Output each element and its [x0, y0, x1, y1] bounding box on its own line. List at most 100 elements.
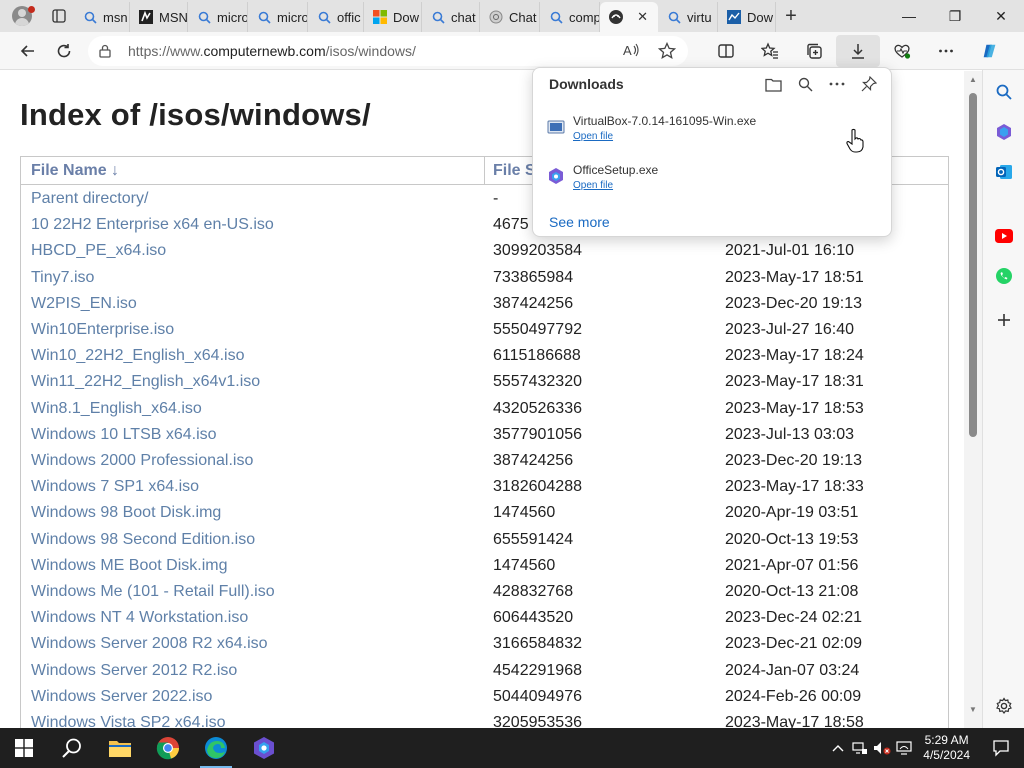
- file-link[interactable]: Windows Me (101 - Retail Full).iso: [31, 583, 275, 601]
- taskbar-file-explorer[interactable]: [96, 728, 144, 768]
- download-filename: OfficeSetup.exe: [573, 163, 659, 177]
- download-item[interactable]: OfficeSetup.exe Open file: [547, 163, 877, 203]
- column-file-name[interactable]: File Name ↓: [31, 162, 119, 180]
- open-file-link[interactable]: Open file: [573, 180, 613, 191]
- tab-micro-search-1[interactable]: micro: [188, 2, 248, 32]
- file-link[interactable]: HBCD_PE_x64.iso: [31, 242, 166, 260]
- more-options-icon[interactable]: [825, 74, 849, 94]
- tab-actions-button[interactable]: [44, 0, 74, 32]
- computernewb-icon: [608, 9, 624, 25]
- close-tab-icon[interactable]: ✕: [631, 9, 654, 25]
- refresh-button[interactable]: [46, 35, 82, 67]
- tab-label: micro: [277, 9, 308, 25]
- table-row: Win8.1_English_x64.iso 4320526336 2023-May…: [21, 396, 950, 422]
- pin-icon[interactable]: [857, 74, 881, 94]
- copilot-button[interactable]: [968, 35, 1012, 67]
- file-link[interactable]: Windows 98 Boot Disk.img: [31, 504, 221, 522]
- tab-chatgpt[interactable]: Chat: [480, 2, 540, 32]
- file-link[interactable]: Windows Server 2022.iso: [31, 688, 212, 706]
- open-downloads-folder-icon[interactable]: [761, 74, 785, 94]
- file-link[interactable]: Tiny7.iso: [31, 269, 94, 287]
- sidebar-add-button[interactable]: [983, 300, 1024, 340]
- file-link[interactable]: 10 22H2 Enterprise x64 en-US.iso: [31, 216, 274, 234]
- taskbar-edge[interactable]: [192, 728, 240, 768]
- file-date: 2023-Jul-13 03:03: [725, 425, 854, 443]
- sidebar-outlook[interactable]: [983, 152, 1024, 192]
- file-link[interactable]: Windows Vista SP2 x64.iso: [31, 714, 225, 728]
- tab-computernewb-active[interactable]: ✕: [600, 2, 658, 32]
- file-link[interactable]: Windows 7 SP1 x64.iso: [31, 478, 199, 496]
- taskbar-chrome[interactable]: [144, 728, 192, 768]
- volume-muted-icon[interactable]: [871, 741, 893, 755]
- tab-msn-search[interactable]: msn: [74, 2, 130, 32]
- table-row: Windows 98 Second Edition.iso 655591424 20…: [21, 527, 950, 553]
- file-link[interactable]: Windows 2000 Professional.iso: [31, 452, 253, 470]
- restore-button[interactable]: ❐: [932, 0, 978, 32]
- file-link[interactable]: Windows 98 Second Edition.iso: [31, 531, 255, 549]
- network-icon[interactable]: [849, 741, 871, 755]
- file-date: 2023-May-17 18:31: [725, 373, 864, 391]
- table-row: Win11_22H2_English_x64v1.iso 5557432320 20…: [21, 369, 950, 395]
- tab-microsoft-download[interactable]: Dow: [364, 2, 422, 32]
- file-link[interactable]: Windows NT 4 Workstation.iso: [31, 609, 248, 627]
- favorite-star-icon[interactable]: [652, 41, 682, 60]
- tab-virtualbox-search[interactable]: virtu: [658, 2, 718, 32]
- column-file-size[interactable]: File S: [493, 162, 536, 180]
- tab-msn[interactable]: MSN: [130, 2, 188, 32]
- taskbar-search-button[interactable]: [48, 728, 96, 768]
- close-window-button[interactable]: ✕: [978, 0, 1024, 32]
- file-link[interactable]: Parent directory/: [31, 190, 148, 208]
- file-link[interactable]: Windows ME Boot Disk.img: [31, 557, 228, 575]
- tab-actions-icon: [52, 9, 66, 23]
- new-tab-button[interactable]: +: [776, 5, 806, 28]
- sidebar-youtube[interactable]: [983, 216, 1024, 256]
- split-screen-button[interactable]: [704, 35, 748, 67]
- minimize-button[interactable]: —: [886, 0, 932, 32]
- file-link[interactable]: Win8.1_English_x64.iso: [31, 400, 202, 418]
- file-size: 3182604288: [493, 478, 582, 496]
- scrollbar-thumb[interactable]: [969, 93, 977, 437]
- settings-more-button[interactable]: [924, 35, 968, 67]
- system-clock[interactable]: 5:29 AM 4/5/2024: [915, 733, 978, 763]
- search-downloads-icon[interactable]: [793, 74, 817, 94]
- lock-icon[interactable]: [98, 44, 128, 58]
- file-link[interactable]: W2PIS_EN.iso: [31, 295, 137, 313]
- sidebar-settings[interactable]: [983, 686, 1024, 726]
- taskbar-office-setup[interactable]: [240, 728, 288, 768]
- file-link[interactable]: Win10Enterprise.iso: [31, 321, 174, 339]
- file-link[interactable]: Windows 10 LTSB x64.iso: [31, 426, 217, 444]
- page-title: Index of /isos/windows/: [20, 97, 371, 132]
- chevron-up-icon[interactable]: [827, 744, 849, 752]
- tab-chat-search[interactable]: chat: [422, 2, 480, 32]
- start-button[interactable]: [0, 728, 48, 768]
- open-file-link[interactable]: Open file: [573, 131, 613, 142]
- sidebar-whatsapp[interactable]: [983, 256, 1024, 296]
- favorites-button[interactable]: [748, 35, 792, 67]
- sidebar-search[interactable]: [983, 72, 1024, 112]
- back-button[interactable]: [10, 35, 46, 67]
- tab-virtualbox-download[interactable]: Dow: [718, 2, 776, 32]
- display-icon[interactable]: [893, 741, 915, 755]
- profile-button[interactable]: [0, 0, 44, 32]
- chrome-icon: [156, 737, 179, 760]
- download-item[interactable]: VirtualBox-7.0.14-161095-Win.exe Open fi…: [547, 114, 877, 154]
- file-link[interactable]: Windows Server 2008 R2 x64.iso: [31, 635, 268, 653]
- tab-micro-search-2[interactable]: micro: [248, 2, 308, 32]
- read-aloud-icon[interactable]: A: [616, 42, 646, 60]
- tab-comp-search[interactable]: comp: [540, 2, 600, 32]
- scroll-down-icon[interactable]: ▼: [968, 705, 978, 714]
- see-more-link[interactable]: See more: [549, 214, 610, 230]
- url-text[interactable]: https://www.computernewb.com/isos/window…: [128, 43, 616, 59]
- file-link[interactable]: Win11_22H2_English_x64v1.iso: [31, 373, 260, 391]
- downloads-button[interactable]: [836, 34, 880, 67]
- file-link[interactable]: Windows Server 2012 R2.iso: [31, 662, 237, 680]
- scroll-up-icon[interactable]: ▲: [968, 75, 978, 84]
- file-link[interactable]: Win10_22H2_English_x64.iso: [31, 347, 244, 365]
- page-scrollbar[interactable]: ▲ ▼: [964, 71, 982, 728]
- collections-button[interactable]: [792, 35, 836, 67]
- sidebar-copilot[interactable]: [983, 112, 1024, 152]
- address-bar[interactable]: https://www.computernewb.com/isos/window…: [88, 35, 688, 66]
- notification-center-icon[interactable]: [978, 739, 1024, 757]
- browser-essentials-button[interactable]: [880, 35, 924, 67]
- tab-office-search[interactable]: offic: [308, 2, 364, 32]
